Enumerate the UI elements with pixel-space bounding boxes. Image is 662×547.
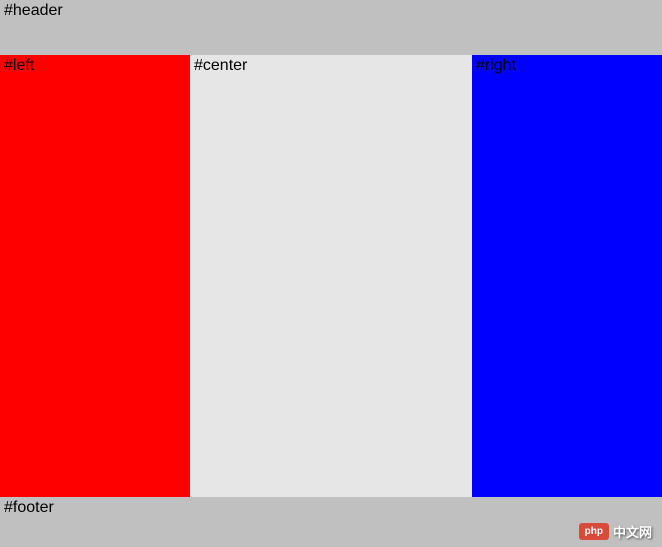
watermark-badge: php — [579, 523, 609, 540]
center-region: #center — [190, 55, 472, 497]
footer-region: #footer php 中文网 — [0, 497, 662, 547]
left-region: #left — [0, 55, 190, 497]
left-label: #left — [4, 57, 34, 74]
main-region: #left #center #right — [0, 55, 662, 497]
header-label: #header — [4, 2, 63, 19]
center-label: #center — [194, 57, 247, 74]
header-region: #header — [0, 0, 662, 55]
watermark: php 中文网 — [579, 522, 652, 541]
watermark-text: 中文网 — [613, 522, 652, 541]
right-region: #right — [472, 55, 662, 497]
right-label: #right — [476, 57, 516, 74]
footer-label: #footer — [4, 499, 54, 516]
